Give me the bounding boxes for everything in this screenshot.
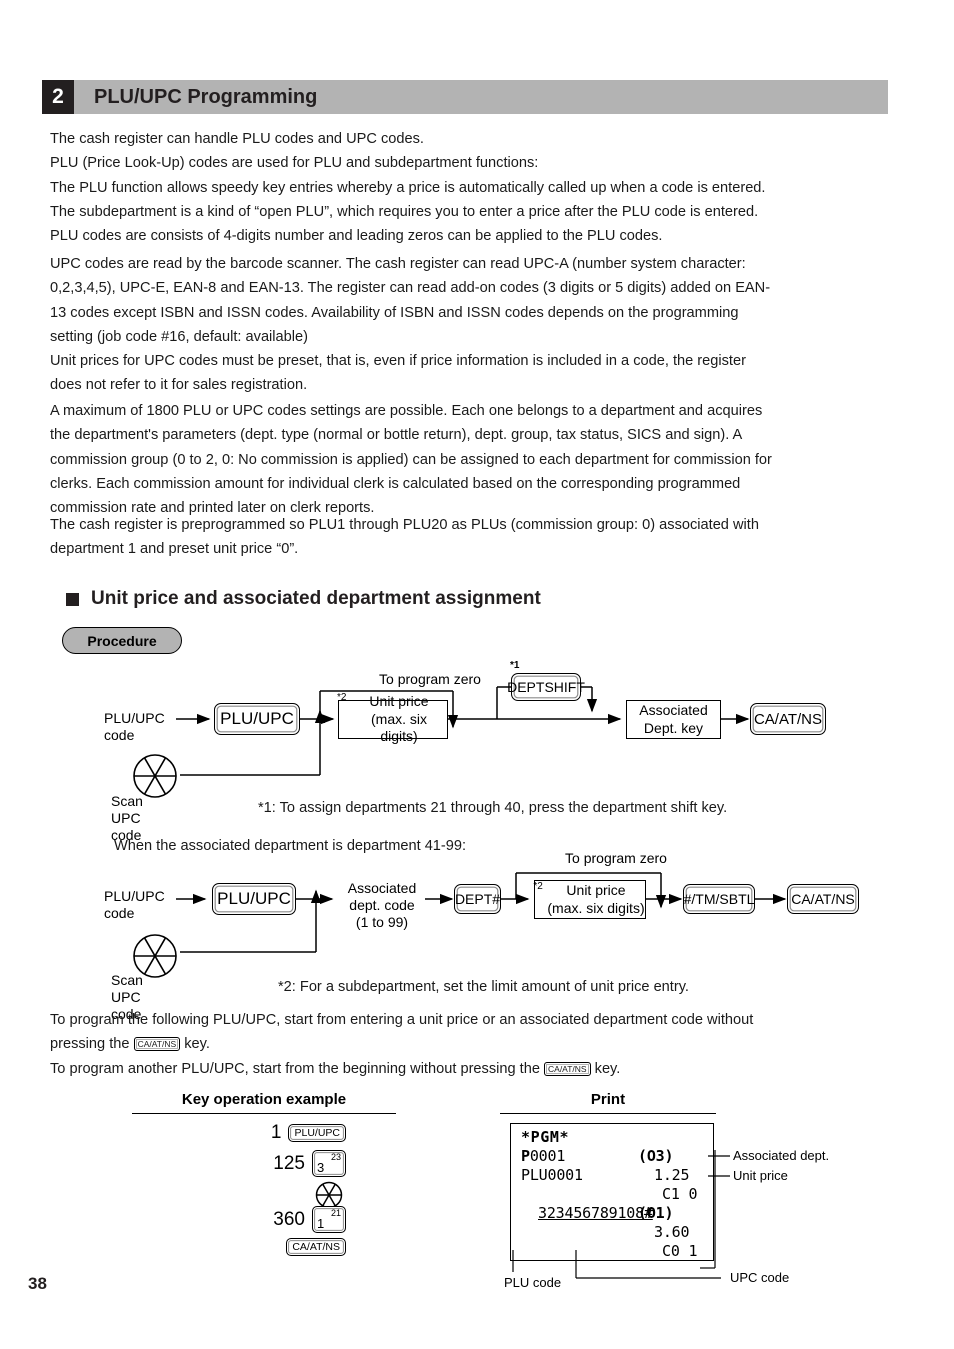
keyop-dept-3-sup: 23	[330, 1152, 341, 1162]
closing-line-3-post: key.	[590, 1060, 621, 1077]
receipt-p-number: 0001	[529, 1147, 566, 1165]
keyop-row: 360 1 21	[196, 1206, 346, 1233]
callout-unit-price: Unit price	[733, 1168, 788, 1183]
receipt-assoc-dept-value: (O3)	[638, 1147, 674, 1165]
receipt-assoc-dept-value-2: (O1)	[638, 1204, 674, 1222]
keyop-dept-1-key[interactable]: 1 21	[312, 1206, 346, 1233]
keyop-number: 1	[270, 1122, 282, 1143]
callout-associated-dept: Associated dept.	[733, 1148, 830, 1163]
diagram1-ca-at-ns-key[interactable]: CA/AT/NS	[750, 703, 826, 735]
keyop-plu-upc-key[interactable]: PLU/UPC	[288, 1124, 346, 1142]
intro-line: PLU codes are consists of 4-digits numbe…	[50, 228, 663, 245]
diagram1-associated-dept-key-box: Associated Dept. key	[626, 700, 721, 739]
inline-ca-at-ns-key[interactable]: CA/AT/NS	[544, 1061, 591, 1076]
diagram2-unit-price-label: Unit price (max. six digits)	[547, 882, 645, 916]
closing-line-2-pre: pressing the	[50, 1036, 134, 1053]
diagram1-plu-upc-key[interactable]: PLU/UPC	[214, 703, 300, 735]
diagram2-tm-sbtl-key[interactable]: #/TM/SBTL	[683, 884, 755, 914]
inline-ca-at-ns-key[interactable]: CA/AT/NS	[133, 1037, 181, 1052]
keyop-row: 1 PLU/UPC	[196, 1122, 346, 1144]
intro-line: setting (job code #16, default: availabl…	[50, 328, 308, 345]
callout-upc-code: UPC code	[730, 1270, 790, 1285]
key-operation-rule	[132, 1113, 396, 1114]
diagram1-deptshift-key[interactable]: DEPTSHIFT	[507, 673, 585, 701]
diagram2-zero-label: To program zero	[565, 850, 667, 866]
page-number: 38	[28, 1274, 47, 1293]
subsection-heading: Unit price and associated department ass…	[66, 588, 541, 610]
callout-plu-code: PLU code	[504, 1275, 562, 1290]
diagram1-zero-label: To program zero	[379, 671, 481, 687]
intro-block-3: A maximum of 1800 PLU or UPC codes setti…	[50, 399, 900, 520]
keyop-dept-3-main: 3	[317, 1160, 325, 1175]
print-heading: Print	[590, 1091, 626, 1108]
keyop-row: CA/AT/NS	[196, 1238, 346, 1256]
receipt-line-plu-name: PLU0001	[521, 1166, 583, 1184]
section-header: 2 PLU/UPC Programming	[42, 80, 888, 114]
diagram2-unit-price-box: *2 Unit price (max. six digits)	[533, 880, 646, 919]
print-rule	[500, 1113, 716, 1114]
closing-line-2-post: key.	[180, 1036, 210, 1053]
intro-line: clerks. Each commission amount for indiv…	[50, 475, 741, 492]
intro-block-4: The cash register is preprogrammed so PL…	[50, 513, 900, 562]
unit-price-footnote-marker: *2	[337, 692, 347, 704]
diagram1-unit-price-label: Unit price (max. six digits)	[369, 693, 429, 745]
intro-line: the department's parameters (dept. type …	[50, 427, 743, 444]
closing-line-2: pressing the CA/AT/NS key.	[50, 1032, 900, 1056]
intro-line: A maximum of 1800 PLU or UPC codes setti…	[50, 403, 763, 419]
intro-line: 0,2,3,4,5), UPC-E, EAN-8 and EAN-13. The…	[50, 280, 771, 297]
subsection-heading-label: Unit price and associated department ass…	[91, 588, 541, 609]
intro-line: UPC codes are read by the barcode scanne…	[50, 256, 746, 272]
receipt-line-pgm: *PGM*	[521, 1128, 570, 1146]
keyop-dept-1-sup: 21	[330, 1208, 341, 1218]
dept-41-99-line: When the associated department is depart…	[114, 838, 467, 854]
closing-line-3: To program another PLU/UPC, start from t…	[50, 1057, 900, 1081]
deptshift-footnote-marker: *1	[510, 660, 520, 671]
section-title: PLU/UPC Programming	[74, 80, 888, 114]
section-number: 2	[42, 80, 74, 114]
intro-block-2: UPC codes are read by the barcode scanne…	[50, 252, 900, 398]
unit-price-footnote-marker: *2	[533, 881, 543, 892]
receipt-c1-value: C1 0	[662, 1185, 698, 1203]
intro-line: commission group (0 to 2, 0: No commissi…	[50, 451, 772, 468]
diagram2-dept-number-key[interactable]: DEPT#	[454, 884, 501, 914]
footnote-1: *1: To assign departments 21 through 40,…	[258, 800, 728, 816]
keyop-number: 125	[273, 1152, 305, 1174]
procedure-badge: Procedure	[62, 627, 182, 654]
intro-line: The cash register is preprogrammed so PL…	[50, 517, 759, 533]
keyop-ca-at-ns-key[interactable]: CA/AT/NS	[286, 1238, 346, 1256]
keyop-dept-1-main: 1	[317, 1216, 325, 1231]
key-operation-heading: Key operation example	[181, 1091, 347, 1108]
intro-line: The PLU function allows speedy key entri…	[50, 179, 766, 196]
keyop-dept-3-key[interactable]: 3 23	[312, 1150, 346, 1177]
diagram1-unit-price-box: *2 Unit price (max. six digits)	[337, 692, 448, 744]
intro-line: PLU (Price Look-Up) codes are used for P…	[50, 155, 539, 172]
diagram2-ca-at-ns-key[interactable]: CA/AT/NS	[787, 884, 859, 914]
intro-line: The cash register can handle PLU codes a…	[50, 131, 424, 147]
receipt-unit-price-value: 1.25	[654, 1166, 690, 1184]
intro-line: does not refer to it for sales registrat…	[50, 377, 308, 394]
closing-line-3-pre: To program another PLU/UPC, start from t…	[50, 1060, 545, 1077]
diagram2-start-label: PLU/UPC code	[104, 888, 165, 921]
diagram2-plu-upc-key[interactable]: PLU/UPC	[212, 883, 296, 915]
receipt-p-prefix: P	[521, 1147, 530, 1165]
intro-line: department 1 and preset unit price “0”.	[50, 541, 299, 558]
keyop-row: 125 3 23	[196, 1150, 346, 1177]
intro-block-1: The cash register can handle PLU codes a…	[50, 127, 900, 248]
footnote-2: *2: For a subdepartment, set the limit a…	[278, 979, 689, 995]
intro-line: Unit prices for UPC codes must be preset…	[50, 353, 746, 370]
receipt-unit-price-value-2: 3.60	[654, 1223, 690, 1241]
receipt-upc-code-value: 323456789108#	[538, 1204, 653, 1222]
keyop-number: 360	[273, 1208, 305, 1230]
intro-line: 13 codes except ISBN and ISSN codes. Ava…	[50, 304, 739, 321]
receipt-line-plu-code: P0001	[521, 1147, 565, 1167]
diagram1-start-label: PLU/UPC code	[104, 710, 165, 743]
diagram1-scan-label: Scan UPC code	[111, 793, 143, 843]
intro-line: The subdepartment is a kind of “open PLU…	[50, 203, 759, 220]
closing-text: To program the following PLU/UPC, start …	[50, 1008, 900, 1081]
closing-line-1: To program the following PLU/UPC, start …	[50, 1012, 754, 1028]
square-bullet-icon	[66, 592, 79, 606]
diagram2-assoc-dept-code-label: Associated dept. code (1 to 99)	[347, 880, 417, 930]
